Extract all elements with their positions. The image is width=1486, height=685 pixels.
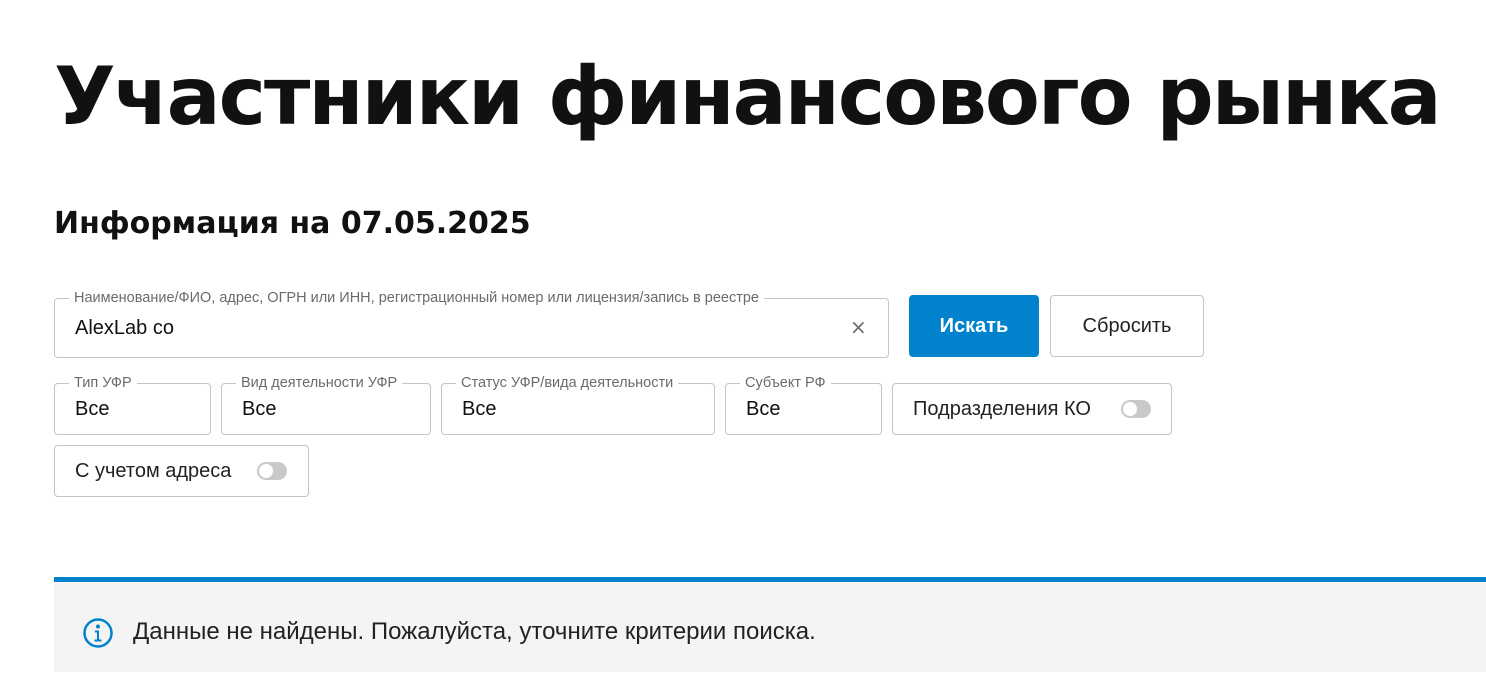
ufr-type-label: Тип УФР [69, 375, 137, 391]
ko-divisions-label: Подразделения КО [913, 398, 1091, 420]
info-icon [83, 618, 113, 648]
ufr-status-label: Статус УФР/вида деятельности [456, 375, 679, 391]
ufr-activity-value: Все [242, 398, 277, 420]
with-address-label: С учетом адреса [75, 460, 232, 482]
ufr-status-value: Все [462, 398, 497, 420]
search-input[interactable]: AlexLab co [75, 317, 174, 340]
ufr-activity-label: Вид деятельности УФР [236, 375, 403, 391]
with-address-toggle[interactable] [257, 462, 287, 480]
ufr-type-select[interactable]: Тип УФР Все [54, 375, 211, 435]
search-button[interactable]: Искать [909, 295, 1039, 357]
with-address-toggle-box[interactable]: С учетом адреса [54, 445, 309, 497]
no-results-message: Данные не найдены. Пожалуйста, уточните … [133, 618, 816, 645]
search-field-label: Наименование/ФИО, адрес, ОГРН или ИНН, р… [69, 290, 764, 306]
ko-divisions-toggle[interactable] [1121, 400, 1151, 418]
page-title: Участники финансового рынка [54, 50, 1442, 143]
region-value: Все [746, 398, 781, 420]
ufr-type-value: Все [75, 398, 110, 420]
ufr-status-select[interactable]: Статус УФР/вида деятельности Все [441, 375, 715, 435]
ko-divisions-toggle-box[interactable]: Подразделения КО [892, 383, 1172, 435]
region-label: Субъект РФ [740, 375, 831, 391]
toggle-knob [259, 464, 273, 478]
ufr-activity-select[interactable]: Вид деятельности УФР Все [221, 375, 431, 435]
info-date-heading: Информация на 07.05.2025 [54, 206, 531, 241]
result-panel: Данные не найдены. Пожалуйста, уточните … [54, 577, 1486, 672]
search-field[interactable]: Наименование/ФИО, адрес, ОГРН или ИНН, р… [54, 290, 889, 358]
region-select[interactable]: Субъект РФ Все [725, 375, 882, 435]
reset-button[interactable]: Сбросить [1050, 295, 1204, 357]
clear-icon[interactable]: × [850, 316, 867, 338]
toggle-knob [1123, 402, 1137, 416]
